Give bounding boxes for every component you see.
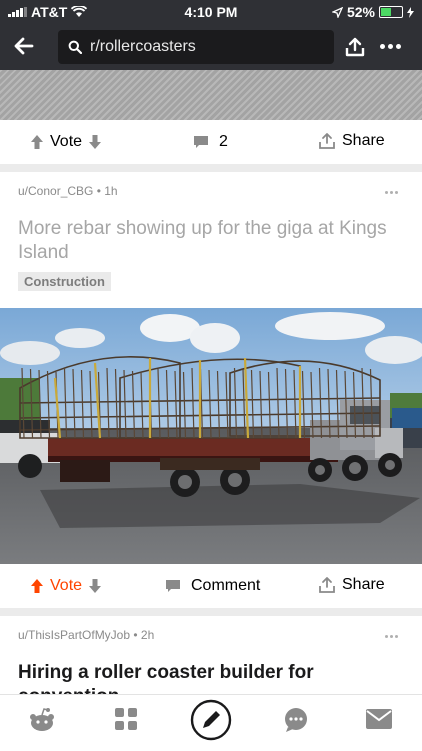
vote-label: Vote	[50, 577, 83, 594]
share-label: Share	[342, 132, 385, 149]
share-icon[interactable]	[344, 36, 366, 58]
home-icon[interactable]	[28, 707, 56, 733]
chat-icon[interactable]	[283, 707, 309, 733]
post-options-icon[interactable]	[385, 191, 398, 194]
top-nav-bar: r/rollercoasters	[0, 24, 422, 70]
previous-post-image[interactable]	[0, 70, 422, 120]
rebar-truck-photo	[0, 308, 422, 564]
downvote-icon[interactable]	[88, 134, 102, 150]
share-button[interactable]: Share	[318, 132, 385, 150]
upvote-icon[interactable]	[30, 578, 44, 594]
battery-percent: 52%	[346, 4, 375, 20]
post-title[interactable]: More rebar showing up for the giga at Ki…	[18, 217, 388, 265]
back-arrow-icon[interactable]	[12, 34, 36, 58]
more-options-icon[interactable]	[380, 44, 401, 49]
post-flair[interactable]: Construction	[18, 272, 111, 291]
search-icon	[68, 40, 82, 54]
battery-icon	[379, 6, 403, 18]
share-label: Share	[342, 576, 385, 593]
search-query: r/rollercoasters	[90, 38, 196, 55]
post-actions: Vote Comment Share	[0, 564, 422, 608]
post-meta[interactable]: u/Conor_CBG • 1h	[18, 184, 118, 198]
post-options-icon[interactable]	[385, 635, 398, 638]
communities-icon[interactable]	[114, 707, 138, 731]
search-bar[interactable]: r/rollercoasters	[58, 30, 334, 64]
post-image[interactable]	[0, 308, 422, 564]
previous-post-actions: Vote 2 Share	[0, 120, 422, 164]
comments-button[interactable]: 2	[193, 133, 228, 151]
charging-icon	[407, 6, 414, 18]
comment-label: Comment	[191, 577, 261, 594]
create-post-icon[interactable]	[190, 699, 232, 741]
comment-icon	[166, 580, 180, 592]
upvote-icon[interactable]	[30, 134, 44, 150]
bottom-nav-bar	[0, 694, 422, 751]
post-title[interactable]: Hiring a roller coaster builder for conv…	[18, 661, 388, 696]
inbox-icon[interactable]	[366, 709, 392, 729]
share-icon	[319, 577, 335, 593]
post-meta[interactable]: u/ThisIsPartOfMyJob • 2h	[18, 628, 154, 642]
location-icon	[331, 6, 343, 18]
comment-icon	[194, 136, 208, 148]
post-card[interactable]: u/ThisIsPartOfMyJob • 2h Hiring a roller…	[0, 616, 422, 696]
share-button[interactable]: Share	[318, 576, 385, 594]
downvote-icon[interactable]	[88, 578, 102, 594]
share-icon	[319, 133, 335, 149]
comment-count: 2	[219, 133, 228, 150]
comment-button[interactable]: Comment	[165, 577, 260, 595]
vote-label: Vote	[50, 133, 83, 150]
status-bar: AT&T 4:10 PM 52%	[0, 0, 422, 24]
